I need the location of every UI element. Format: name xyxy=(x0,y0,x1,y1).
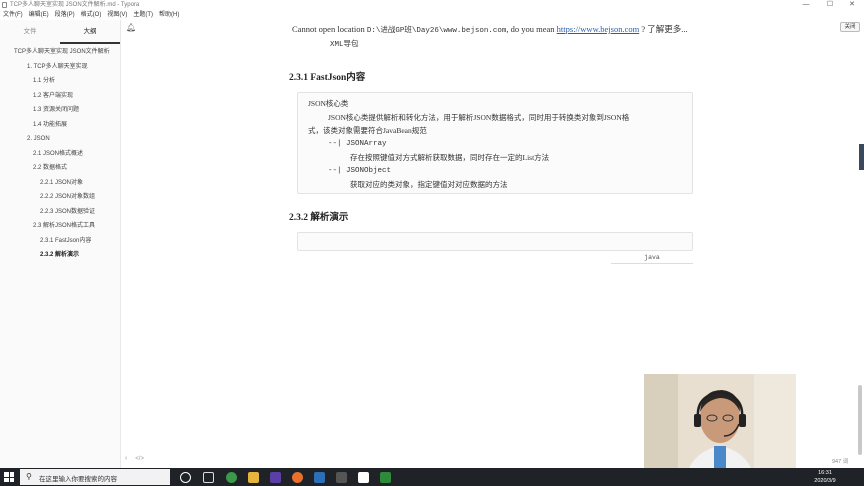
firefox-icon[interactable] xyxy=(292,472,303,483)
typora-app-icon xyxy=(2,2,7,8)
system-clock[interactable]: 16:31 2020/3/9 xyxy=(805,469,845,485)
code-block-java[interactable] xyxy=(297,232,693,251)
code-line: 存在按照键值对方式解析获取数据，同时存在一定的List方法 xyxy=(350,153,550,162)
windows-start-icon[interactable] xyxy=(4,472,14,482)
menu-view[interactable]: 视图(V) xyxy=(104,10,130,20)
taskbar: ⚲ 在这里输入你要搜索的内容 16:31 2020/3/9 xyxy=(0,468,864,486)
side-floating-tab[interactable] xyxy=(859,144,864,170)
search-icon: ⚲ xyxy=(26,472,32,481)
notification-path: D:\进战GP班\Day26\www.bejson.com xyxy=(366,27,507,35)
typora-taskbar-icon[interactable] xyxy=(336,472,347,483)
app-icon[interactable] xyxy=(314,472,325,483)
scrollbar[interactable] xyxy=(858,385,862,455)
title-bar: TCP多人聊天室实现 JSON文件解析.md - Typora — ☐ ✕ xyxy=(0,0,864,10)
outline-item[interactable]: 1.3 资源关闭问题 xyxy=(0,103,120,118)
taskbar-search[interactable]: ⚲ 在这里输入你要搜索的内容 xyxy=(20,469,170,485)
file-explorer-icon[interactable] xyxy=(248,472,259,483)
code-line: 式，该类对象需要符合JavaBean规范 xyxy=(308,126,427,135)
outline-item[interactable]: TCP多人聊天室实现 JSON文件解析 xyxy=(0,45,120,60)
outline-item[interactable]: 2.3 解析JSON格式工具 xyxy=(0,219,120,234)
outline-list: TCP多人聊天室实现 JSON文件解析 1. TCP多人聊天室实现 1.1 分析… xyxy=(0,44,120,263)
app-icon[interactable] xyxy=(380,472,391,483)
outline-item[interactable]: 2.2 数据格式 xyxy=(0,161,120,176)
task-view-icon[interactable] xyxy=(203,472,214,483)
menu-edit[interactable]: 编辑(E) xyxy=(26,10,52,20)
notification-prefix: Cannot open location xyxy=(292,24,367,34)
bell-icon: 🔔︎ xyxy=(126,23,137,32)
learn-more-link[interactable]: ? 了解更多... xyxy=(639,24,687,34)
outline-item[interactable]: 1. TCP多人聊天室实现 xyxy=(0,60,120,75)
chrome-icon[interactable] xyxy=(226,472,237,483)
outline-item[interactable]: 2.2.3 JSON数据验证 xyxy=(0,205,120,220)
close-notification-button[interactable]: 关闭 xyxy=(840,22,860,32)
menu-file[interactable]: 文件(F) xyxy=(0,10,26,20)
code-language-input[interactable]: java xyxy=(611,253,693,264)
code-line: 获取对应的类对象，指定键值对对应数据的方法 xyxy=(350,180,508,189)
xml-line: XML导包 xyxy=(330,41,359,49)
maximize-button[interactable]: ☐ xyxy=(818,0,842,10)
outline-item[interactable]: 2.2.2 JSON对象数组 xyxy=(0,190,120,205)
outline-item[interactable]: 1.1 分析 xyxy=(0,74,120,89)
heading-fastjson: 2.3.1 FastJson内容 xyxy=(289,73,366,83)
outline-item[interactable]: 2.2.1 JSON对象 xyxy=(0,176,120,191)
notification-message: Cannot open location D:\进战GP班\Day26\www.… xyxy=(292,23,688,35)
menu-paragraph[interactable]: 段落(P) xyxy=(52,10,78,20)
menu-bar: 文件(F) 编辑(E) 段落(P) 格式(O) 视图(V) 主题(T) 帮助(H… xyxy=(0,10,182,20)
close-window-button[interactable]: ✕ xyxy=(840,0,864,10)
sidebar: 文件 大纲 TCP多人聊天室实现 JSON文件解析 1. TCP多人聊天室实现 … xyxy=(0,20,121,468)
menu-theme[interactable]: 主题(T) xyxy=(130,10,156,20)
minimize-button[interactable]: — xyxy=(794,0,818,10)
outline-item-active[interactable]: 2.3.2 解析演示 xyxy=(0,248,120,263)
code-line: --| JSONObject xyxy=(328,166,392,175)
app-icon[interactable] xyxy=(270,472,281,483)
outline-item[interactable]: 1.2 客户端实现 xyxy=(0,89,120,104)
menu-help[interactable]: 帮助(H) xyxy=(156,10,182,20)
cortana-icon[interactable] xyxy=(180,472,191,483)
window-title: TCP多人聊天室实现 JSON文件解析.md - Typora xyxy=(10,2,140,8)
sidebar-tabs: 文件 大纲 xyxy=(0,20,120,44)
notification-middle: , do you mean xyxy=(506,24,557,34)
outline-item[interactable]: 2.3.1 FastJson内容 xyxy=(0,234,120,249)
clock-time: 16:31 xyxy=(818,470,832,476)
clock-date: 2020/3/9 xyxy=(814,478,836,484)
notification-bar: 🔔︎ Cannot open location D:\进战GP班\Day26\w… xyxy=(122,20,864,36)
code-line: JSON核心类 xyxy=(308,99,349,108)
notification-link[interactable]: https://www.bejson.com xyxy=(557,24,640,34)
tab-files[interactable]: 文件 xyxy=(0,20,60,44)
outline-item[interactable]: 2. JSON xyxy=(0,132,120,147)
code-line: --| JSONArray xyxy=(328,139,387,148)
outline-item[interactable]: 1.4 功能拓展 xyxy=(0,118,120,133)
word-count[interactable]: 947 词 xyxy=(832,457,848,465)
code-line: JSON核心类提供解析和转化方法，用于解析JSON数据格式，同时用于转换类对象到… xyxy=(328,112,630,122)
heading-demo: 2.3.2 解析演示 xyxy=(289,213,349,223)
search-placeholder: 在这里输入你要搜索的内容 xyxy=(39,476,117,483)
code-block-fastjson[interactable]: JSON核心类 JSON核心类提供解析和转化方法，用于解析JSON数据格式，同时… xyxy=(297,92,693,194)
menu-format[interactable]: 格式(O) xyxy=(78,10,105,20)
tab-outline[interactable]: 大纲 xyxy=(60,20,120,44)
outline-item[interactable]: 2.1 JSON格式概述 xyxy=(0,147,120,162)
notepad-icon[interactable] xyxy=(358,472,369,483)
